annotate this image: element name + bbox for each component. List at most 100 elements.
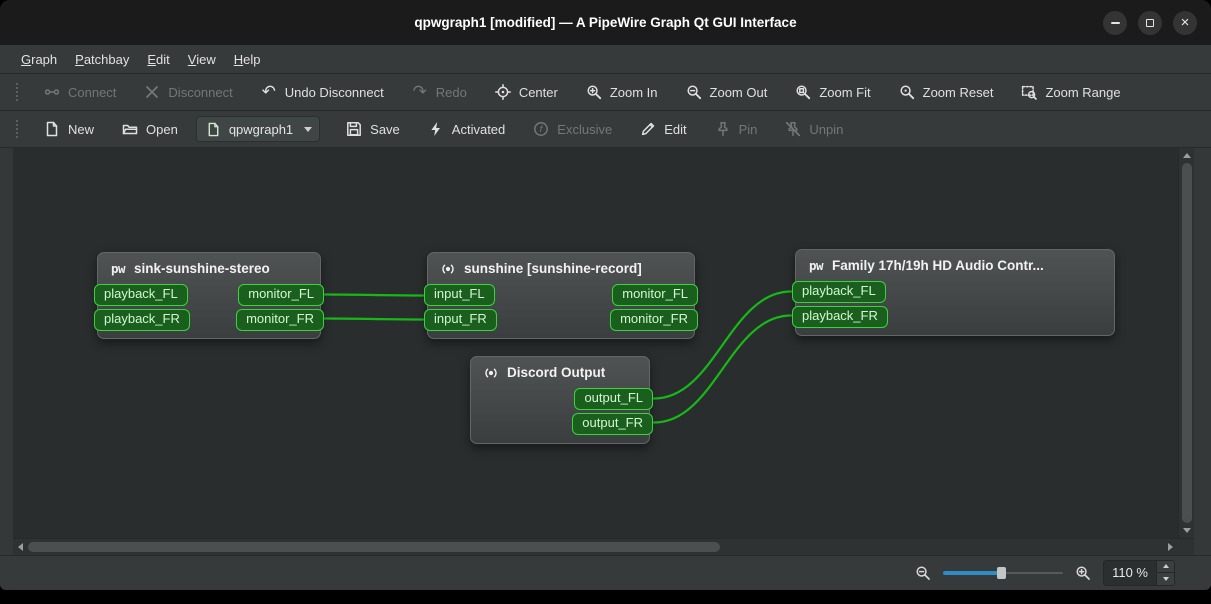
node-title: sink-sunshine-stereo bbox=[134, 261, 270, 276]
zoom-out-icon bbox=[685, 83, 703, 101]
toolbar-grip[interactable] bbox=[16, 120, 22, 138]
maximize-icon bbox=[1146, 18, 1154, 27]
close-icon: × bbox=[1180, 14, 1190, 31]
lightning-icon bbox=[427, 120, 445, 138]
connection-wires bbox=[323, 290, 793, 424]
menu-graph[interactable]: Graph bbox=[12, 45, 66, 73]
redo-button[interactable]: ↷ Redo bbox=[402, 78, 476, 106]
edit-button[interactable]: Edit bbox=[630, 115, 695, 143]
spin-up-button[interactable] bbox=[1157, 560, 1174, 572]
port-output[interactable]: monitor_FR bbox=[610, 309, 698, 331]
zoom-slider-track bbox=[1001, 571, 1064, 574]
close-button[interactable]: × bbox=[1173, 10, 1197, 35]
spin-down-button[interactable] bbox=[1157, 572, 1174, 585]
zoom-fit-button[interactable]: Zoom Fit bbox=[785, 78, 879, 106]
unpin-button[interactable]: Unpin bbox=[775, 115, 852, 143]
menu-edit[interactable]: Edit bbox=[138, 45, 178, 73]
zoom-out-icon[interactable] bbox=[914, 564, 932, 582]
port-input[interactable]: playback_FR bbox=[94, 309, 190, 331]
zoom-range-icon bbox=[1020, 83, 1038, 101]
pin-button[interactable]: Pin bbox=[705, 115, 767, 143]
vertical-scrollbar[interactable] bbox=[1178, 148, 1194, 538]
toolbar-grip[interactable] bbox=[16, 83, 22, 101]
node-discord-output[interactable]: Discord Output output_FL output_FR bbox=[470, 356, 653, 444]
zoom-range-button[interactable]: Zoom Range bbox=[1011, 78, 1129, 106]
zoom-slider-handle[interactable] bbox=[997, 566, 1007, 579]
save-button[interactable]: Save bbox=[336, 115, 409, 143]
node-sink-sunshine-stereo[interactable]: pw sink-sunshine-stereo playback_FL play… bbox=[94, 252, 324, 339]
zoom-in-button[interactable]: Zoom In bbox=[576, 78, 667, 106]
menu-patchbay[interactable]: Patchbay bbox=[66, 45, 138, 73]
audio-app-icon bbox=[482, 364, 500, 382]
zoom-value[interactable]: 110 % bbox=[1104, 561, 1156, 585]
app-window: qpwgraph1 [modified] — A PipeWire Graph … bbox=[0, 0, 1211, 590]
pipewire-icon: pw bbox=[110, 261, 126, 276]
chevron-down-icon bbox=[304, 126, 313, 132]
menu-help[interactable]: Help bbox=[225, 45, 270, 73]
pin-icon bbox=[714, 120, 732, 138]
node-title-bar: sunshine [sunshine-record] bbox=[428, 253, 694, 284]
vertical-scroll-thumb[interactable] bbox=[1181, 163, 1192, 523]
node-title-bar: pw sink-sunshine-stereo bbox=[98, 253, 320, 284]
undo-disconnect-button[interactable]: ↶ Undo Disconnect bbox=[251, 78, 393, 106]
disconnect-button[interactable]: Disconnect bbox=[134, 78, 241, 106]
port-output[interactable]: monitor_FL bbox=[238, 284, 324, 306]
zoom-reset-button[interactable]: Zoom Reset bbox=[889, 78, 1003, 106]
activated-button[interactable]: Activated bbox=[418, 115, 514, 143]
up-arrow-icon bbox=[1162, 564, 1169, 569]
window-title: qpwgraph1 [modified] — A PipeWire Graph … bbox=[414, 15, 797, 30]
minimize-icon bbox=[1110, 21, 1120, 24]
connection-wire[interactable] bbox=[323, 317, 425, 321]
connect-button[interactable]: Connect bbox=[34, 78, 125, 106]
minimize-button[interactable] bbox=[1103, 10, 1127, 35]
zoom-slider[interactable] bbox=[943, 565, 1064, 581]
node-family-hd-audio[interactable]: pw Family 17h/19h HD Audio Contr... play… bbox=[792, 249, 1115, 336]
center-button[interactable]: Center bbox=[485, 78, 567, 106]
zoom-in-icon[interactable] bbox=[1074, 564, 1092, 582]
titlebar[interactable]: qpwgraph1 [modified] — A PipeWire Graph … bbox=[0, 0, 1211, 45]
down-arrow-icon bbox=[1162, 576, 1169, 581]
pencil-icon bbox=[639, 120, 657, 138]
disconnect-icon bbox=[143, 83, 161, 101]
port-input[interactable]: playback_FL bbox=[792, 281, 886, 303]
port-input[interactable]: input_FL bbox=[424, 284, 495, 306]
scroll-left-arrow[interactable] bbox=[18, 543, 23, 551]
node-title-bar: Discord Output bbox=[471, 357, 649, 388]
horizontal-scrollbar[interactable] bbox=[13, 538, 1178, 555]
svg-text:f: f bbox=[540, 124, 544, 135]
connection-wire[interactable] bbox=[323, 293, 425, 297]
node-title-bar: pw Family 17h/19h HD Audio Contr... bbox=[796, 250, 1114, 281]
statusbar: 110 % bbox=[0, 555, 1211, 589]
scroll-right-arrow[interactable] bbox=[1168, 543, 1173, 551]
port-input[interactable]: input_FR bbox=[424, 309, 497, 331]
port-output[interactable]: monitor_FR bbox=[236, 309, 324, 331]
connect-icon bbox=[43, 83, 61, 101]
port-output[interactable]: output_FL bbox=[574, 388, 653, 410]
spin-buttons bbox=[1156, 560, 1174, 585]
new-button[interactable]: New bbox=[34, 115, 103, 143]
horizontal-scroll-thumb[interactable] bbox=[28, 542, 720, 552]
graph-canvas[interactable]: pw sink-sunshine-stereo playback_FL play… bbox=[13, 148, 1178, 538]
scroll-up-arrow[interactable] bbox=[1182, 153, 1191, 158]
zoom-out-button[interactable]: Zoom Out bbox=[676, 78, 777, 106]
scroll-down-arrow[interactable] bbox=[1182, 528, 1191, 533]
node-title: sunshine [sunshine-record] bbox=[464, 261, 642, 276]
port-output[interactable]: output_FR bbox=[572, 413, 653, 435]
port-input[interactable]: playback_FR bbox=[792, 306, 888, 328]
node-sunshine-record[interactable]: sunshine [sunshine-record] input_FL inpu… bbox=[424, 252, 698, 339]
patchbay-file-combo[interactable]: qpwgraph1 bbox=[195, 116, 321, 142]
menu-view[interactable]: View bbox=[179, 45, 225, 73]
redo-icon: ↷ bbox=[412, 81, 427, 102]
audio-app-icon bbox=[439, 260, 457, 278]
exclusive-button[interactable]: f Exclusive bbox=[523, 115, 621, 143]
main-area: pw sink-sunshine-stereo playback_FL play… bbox=[0, 148, 1211, 538]
zoom-reset-icon bbox=[898, 83, 916, 101]
zoom-spinbox[interactable]: 110 % bbox=[1103, 559, 1175, 586]
maximize-button[interactable] bbox=[1138, 10, 1162, 35]
open-button[interactable]: Open bbox=[112, 115, 187, 143]
new-file-icon bbox=[43, 120, 61, 138]
open-folder-icon bbox=[121, 120, 139, 138]
port-output[interactable]: monitor_FL bbox=[612, 284, 698, 306]
port-input[interactable]: playback_FL bbox=[94, 284, 188, 306]
zoom-slider-fill bbox=[943, 570, 1002, 575]
